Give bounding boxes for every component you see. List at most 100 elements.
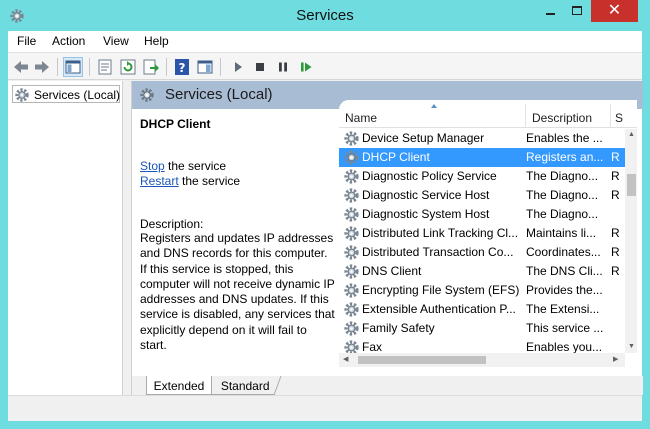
- maximize-button[interactable]: [564, 0, 591, 22]
- restart-link-suffix: the service: [178, 174, 241, 188]
- service-description: The Diagno...: [526, 169, 599, 183]
- service-row[interactable]: Diagnostic System Host The Diagno...: [339, 205, 625, 224]
- service-gear-icon: [343, 282, 360, 299]
- menu-help[interactable]: Help: [144, 34, 169, 48]
- tab-extended[interactable]: Extended: [146, 376, 212, 395]
- help-icon[interactable]: ?: [172, 57, 192, 77]
- console-tree: Services (Local): [8, 81, 123, 395]
- toolbar: ?: [8, 52, 642, 80]
- service-details-pane: DHCP Client Stop the service Restart the…: [132, 109, 337, 376]
- service-gear-icon: [343, 263, 360, 280]
- tree-item-services-local[interactable]: Services (Local): [12, 85, 120, 103]
- column-header-status[interactable]: S: [611, 100, 637, 128]
- service-description: Registers an...: [526, 150, 604, 164]
- tab-label: Extended: [153, 379, 205, 393]
- service-name: Family Safety: [362, 321, 435, 335]
- horizontal-scroll-thumb[interactable]: [358, 356, 486, 364]
- title-bar[interactable]: Services ✕: [0, 0, 650, 32]
- service-row[interactable]: Diagnostic Service Host The Diagno... R: [339, 186, 625, 205]
- service-name: DNS Client: [362, 264, 422, 278]
- stop-link-suffix: the service: [164, 159, 227, 173]
- service-name: Distributed Link Tracking Cl...: [362, 226, 519, 240]
- menu-action[interactable]: Action: [52, 34, 85, 48]
- service-row[interactable]: Device Setup Manager Enables the ...: [339, 129, 625, 148]
- show-hide-action-pane-icon[interactable]: [195, 57, 215, 77]
- maximize-icon: [572, 6, 582, 15]
- vertical-scrollbar[interactable]: ▲ ▼: [625, 129, 637, 353]
- close-icon: ✕: [607, 2, 622, 19]
- close-button[interactable]: ✕: [591, 0, 638, 22]
- menu-file[interactable]: File: [17, 34, 36, 48]
- restart-link[interactable]: Restart: [140, 174, 179, 188]
- service-gear-icon: [343, 244, 360, 261]
- horizontal-scrollbar[interactable]: ◀ ▶: [339, 353, 625, 367]
- menu-view[interactable]: View: [103, 34, 129, 48]
- start-service-icon[interactable]: [228, 57, 248, 77]
- service-row[interactable]: Extensible Authentication P... The Extens…: [339, 300, 625, 319]
- tab-label: Standard: [220, 379, 270, 393]
- restart-service-icon[interactable]: [296, 57, 316, 77]
- column-header-name[interactable]: Name: [339, 100, 526, 128]
- service-description: The Extensi...: [526, 302, 600, 316]
- service-row[interactable]: Family Safety This service ...: [339, 319, 625, 338]
- service-gear-icon: [343, 130, 360, 147]
- service-name: Distributed Transaction Co...: [362, 245, 514, 259]
- main-pane: Services (Local) DHCP Client Stop the se…: [131, 81, 643, 395]
- tree-item-label: Services (Local): [34, 88, 121, 102]
- service-row[interactable]: Fax Enables you...: [339, 338, 625, 353]
- service-status: R: [611, 264, 620, 278]
- column-header-label: S: [615, 111, 624, 125]
- back-icon[interactable]: [11, 57, 31, 77]
- scroll-right-icon[interactable]: ▶: [613, 356, 618, 364]
- minimize-button[interactable]: [537, 0, 564, 22]
- service-status: R: [611, 169, 620, 183]
- properties-icon[interactable]: [95, 57, 115, 77]
- service-gear-icon: [343, 339, 360, 353]
- column-header-label: Name: [345, 111, 378, 125]
- service-description: The Diagno...: [526, 207, 599, 221]
- view-tabs: Extended Standard: [132, 376, 643, 395]
- service-row[interactable]: Distributed Link Tracking Cl... Maintains…: [339, 224, 625, 243]
- console-tree-icon: [65, 60, 81, 74]
- scroll-up-icon[interactable]: ▲: [628, 131, 635, 139]
- service-gear-icon: [343, 225, 360, 242]
- pane-title: Services (Local): [165, 86, 273, 103]
- services-list: Name Description S Device Setup Manager E…: [339, 100, 637, 376]
- service-name: Diagnostic Service Host: [362, 188, 490, 202]
- scroll-left-icon[interactable]: ◀: [343, 356, 348, 364]
- vertical-scroll-thumb[interactable]: [627, 174, 636, 196]
- restart-action: Restart the service: [140, 174, 240, 188]
- service-row[interactable]: DHCP Client Registers an... R: [339, 148, 625, 167]
- description-label: Description:: [140, 217, 204, 231]
- stop-service-icon[interactable]: [250, 57, 270, 77]
- service-description: Enables you...: [526, 340, 603, 353]
- scroll-down-icon[interactable]: ▼: [628, 343, 635, 351]
- service-row[interactable]: Encrypting File System (EFS) Provides the…: [339, 281, 625, 300]
- column-header-description[interactable]: Description: [526, 100, 611, 128]
- stop-action: Stop the service: [140, 159, 226, 173]
- show-hide-console-tree-button[interactable]: [63, 57, 83, 77]
- service-row[interactable]: Diagnostic Policy Service The Diagno... R: [339, 167, 625, 186]
- sort-ascending-icon: [431, 104, 437, 108]
- forward-icon[interactable]: [32, 57, 52, 77]
- service-gear-icon: [343, 301, 360, 318]
- service-row[interactable]: DNS Client The DNS Cli... R: [339, 262, 625, 281]
- service-description: The Diagno...: [526, 188, 599, 202]
- service-name: DHCP Client: [362, 150, 430, 164]
- export-list-icon[interactable]: [141, 57, 161, 77]
- service-status: R: [611, 226, 620, 240]
- service-description: Maintains li...: [526, 226, 597, 240]
- client-area: File Action View Help ? Services (Local)…: [8, 31, 643, 421]
- services-gear-icon: [140, 88, 154, 102]
- service-row[interactable]: Distributed Transaction Co... Coordinates…: [339, 243, 625, 262]
- stop-link[interactable]: Stop: [140, 159, 165, 173]
- refresh-icon[interactable]: [118, 57, 138, 77]
- service-description: This service ...: [526, 321, 604, 335]
- tab-standard[interactable]: Standard: [210, 376, 282, 395]
- service-description: Provides the...: [526, 283, 603, 297]
- service-description: Enables the ...: [526, 131, 603, 145]
- service-name: Fax: [362, 340, 383, 353]
- service-name: Diagnostic System Host: [362, 207, 490, 221]
- service-gear-icon: [343, 187, 360, 204]
- pause-service-icon[interactable]: [273, 57, 293, 77]
